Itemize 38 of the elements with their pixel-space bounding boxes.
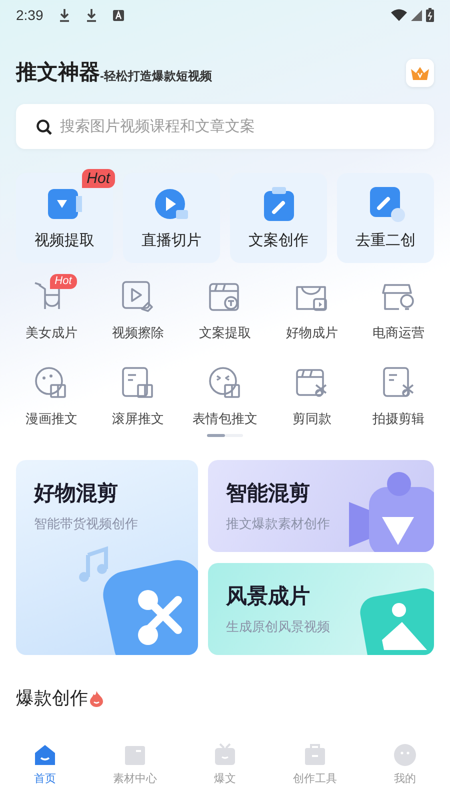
feature-card[interactable]: 好物混剪 智能带货视频创作 xyxy=(16,460,198,655)
nav-tab[interactable]: 首页 xyxy=(0,730,90,800)
battery-icon xyxy=(426,8,434,22)
search-field[interactable]: 搜索图片视频课程和文章文案 xyxy=(16,104,434,149)
tool-item[interactable]: Hot 美女成片 xyxy=(8,277,95,342)
tool-item[interactable]: 剪同款 xyxy=(268,362,356,428)
wifi-icon xyxy=(391,9,407,21)
tool-item[interactable]: 表情包推文 xyxy=(182,362,268,428)
home-icon xyxy=(33,742,57,767)
tool-item[interactable]: 滚屏推文 xyxy=(94,362,182,428)
crown-icon[interactable] xyxy=(406,59,434,87)
music-note-icon xyxy=(79,546,108,582)
download-icon xyxy=(59,8,70,22)
hot-badge: Hot xyxy=(50,274,77,289)
smiley-icon xyxy=(393,742,417,767)
signal-icon xyxy=(411,10,422,20)
tool-item[interactable]: 好物成片 xyxy=(268,277,356,342)
app-slogan: -轻松打造爆款短视频 xyxy=(100,68,212,85)
feature-card[interactable]: 风景成片 生成原创风景视频 xyxy=(208,563,434,655)
status-time: 2:39 xyxy=(16,6,44,24)
tv-icon xyxy=(213,742,237,767)
section-title: 爆款创作 xyxy=(16,687,88,710)
flame-icon xyxy=(90,690,103,706)
tool-tile[interactable]: 去重二创 xyxy=(337,173,434,263)
tool-item[interactable]: 电商运营 xyxy=(355,277,442,342)
toolbox-icon xyxy=(303,742,327,767)
hot-badge: Hot xyxy=(82,169,115,188)
tool-tile[interactable]: 直播切片 xyxy=(123,173,220,263)
tool-item[interactable]: 漫画推文 xyxy=(8,362,95,428)
tool-item[interactable]: 文案提取 xyxy=(182,277,268,342)
search-icon xyxy=(36,119,52,135)
tool-tile[interactable]: 文案创作 xyxy=(230,173,327,263)
notification-icon xyxy=(113,10,124,20)
tool-item[interactable]: 视频擦除 xyxy=(94,277,182,342)
tool-item[interactable]: 拍摄剪辑 xyxy=(355,362,442,428)
download-icon xyxy=(86,8,98,22)
feature-card[interactable]: 智能混剪 推文爆款素材创作 xyxy=(208,460,434,552)
app-title: 推文神器 xyxy=(16,60,100,86)
